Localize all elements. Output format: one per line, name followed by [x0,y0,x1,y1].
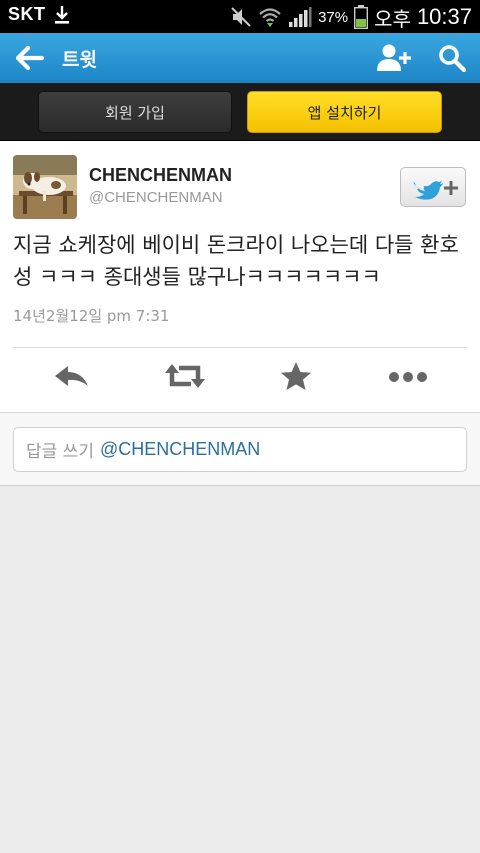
tweet-timestamp: 14년2월12일 pm 7:31 [13,307,170,325]
search-icon[interactable] [438,44,466,72]
tweet-card: CHENCHENMAN @CHENCHENMAN 지금 쇼케장에 베이비 돈크라… [0,141,480,413]
ampm-label: 오후 [374,8,411,31]
page-title: 트윗 [62,49,97,71]
signal-icon [289,7,312,27]
status-bar: SKT 37% 오후 10:37 [0,0,480,33]
avatar[interactable] [13,155,77,219]
install-app-button-label: 앱 설치하기 [307,103,382,122]
tweet-text: 지금 쇼케장에 베이비 돈크라이 나오는데 다들 환호성 ㅋㅋㅋ 종대생들 많구… [13,233,459,289]
signup-button[interactable]: 회원 가입 [38,91,232,133]
reply-icon[interactable] [50,359,94,393]
battery-percent: 37% [318,8,349,26]
signup-bar: 회원 가입 앱 설치하기 [0,83,480,141]
dog-photo [13,155,77,219]
screen-name[interactable]: @CHENCHENMAN [89,189,223,206]
action-bar: 트윗 [0,33,480,83]
favorite-icon[interactable] [274,359,318,393]
retweet-icon[interactable] [163,359,207,393]
twitter-bird-plus-icon [413,181,458,200]
add-user-icon[interactable] [376,43,412,73]
divider [13,347,467,348]
signup-button-label: 회원 가입 [105,103,165,122]
wifi-icon [259,8,281,27]
tweet-actions [0,359,480,399]
follow-button[interactable] [400,167,466,207]
carrier-label: SKT [8,4,46,24]
status-bar-left: SKT [8,4,70,25]
battery-icon [354,5,369,29]
reply-mention: @CHENCHENMAN [99,439,261,459]
back-arrow-icon[interactable] [14,44,44,72]
display-name[interactable]: CHENCHENMAN [89,165,232,186]
mute-icon [231,7,251,27]
more-icon[interactable] [386,359,430,393]
download-icon [54,5,69,24]
clock: 10:37 [416,4,472,29]
reply-area: 답글 쓰기 @CHENCHENMAN [0,413,480,486]
status-bar-right: 37% 오후 10:37 [230,2,472,32]
reply-input[interactable]: 답글 쓰기 @CHENCHENMAN [13,427,467,472]
reply-placeholder: 답글 쓰기 [26,442,94,462]
install-app-button[interactable]: 앱 설치하기 [247,91,442,133]
